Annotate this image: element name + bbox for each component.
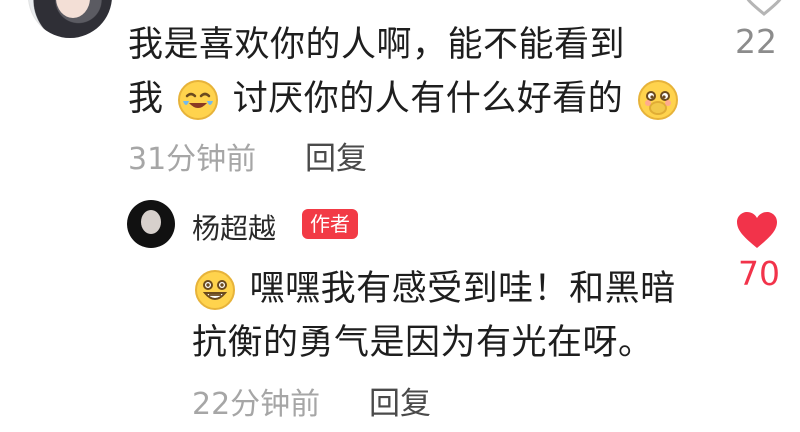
comment-text-line-2: 我 讨厌你的人有什么好看的 xyxy=(128,72,681,126)
author-badge: 作者 xyxy=(302,209,358,239)
reply-time: 22分钟前 xyxy=(192,387,321,422)
liked-heart-icon[interactable] xyxy=(735,210,779,250)
comment-text-segment: 我是喜欢你的人啊，能不能看到 xyxy=(128,25,626,65)
commenter-avatar[interactable] xyxy=(28,0,112,38)
author-avatar[interactable] xyxy=(127,200,175,248)
reply-button[interactable]: 回复 xyxy=(369,378,431,423)
reply-text-line-2: 抗衡的勇气是因为有光在呀。 xyxy=(192,323,654,363)
shy-emoji-icon xyxy=(637,80,678,120)
reply-text-line-1: 嘿嘿我有感受到哇！和黑暗 xyxy=(192,262,676,316)
like-count: 70 xyxy=(738,254,780,293)
reply-text-segment: 嘿嘿我有感受到哇！和黑暗 xyxy=(249,269,676,309)
like-heart-icon[interactable] xyxy=(742,0,786,16)
comment-text-segment: 讨厌你的人有什么好看的 xyxy=(232,79,624,119)
reply-button[interactable]: 回复 xyxy=(305,133,367,178)
author-name[interactable]: 杨超越 xyxy=(192,207,276,247)
like-count: 22 xyxy=(735,22,777,61)
comment-time: 31分钟前 xyxy=(128,142,257,177)
crying-laughing-emoji-icon xyxy=(178,80,219,120)
comment-text-line-1: 我是喜欢你的人啊，能不能看到 xyxy=(128,18,625,72)
comment-text-segment: 我 xyxy=(128,79,164,119)
grinning-emoji-icon xyxy=(195,270,235,310)
